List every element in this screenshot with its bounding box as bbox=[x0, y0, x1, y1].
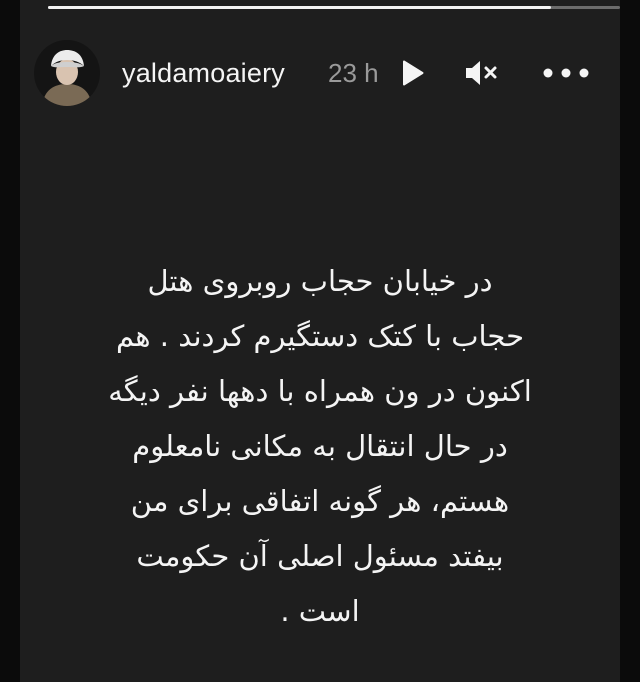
avatar[interactable] bbox=[34, 40, 100, 106]
story-text-line: در خیابان حجاب روبروی هتل bbox=[147, 264, 493, 298]
username[interactable]: yaldamoaiery bbox=[122, 58, 285, 89]
timestamp: 23 h bbox=[328, 58, 379, 88]
play-icon bbox=[403, 60, 424, 86]
more-options-button[interactable] bbox=[540, 56, 592, 90]
story-progress-fill bbox=[48, 6, 552, 9]
story-text-line: در حال انتقال به مکانی نامعلوم bbox=[132, 429, 508, 463]
story-text-line: بیفتد مسئول اصلی آن حکومت bbox=[136, 539, 504, 573]
story-header: yaldamoaiery 23 h bbox=[34, 40, 614, 106]
story-progress-bar bbox=[48, 6, 620, 9]
avatar-photo bbox=[34, 40, 100, 106]
story-text-line: است . bbox=[280, 594, 360, 628]
more-options-icon bbox=[543, 68, 589, 78]
mute-button[interactable] bbox=[464, 56, 498, 90]
story-text-line: اکنون در ون همراه با دهها نفر دیگه bbox=[108, 374, 532, 408]
mute-icon bbox=[466, 61, 497, 85]
story-text: در خیابان حجاب روبروی هتل حجاب با کتک دس… bbox=[40, 254, 600, 639]
story-viewer[interactable]: yaldamoaiery 23 h در خیابان حجاب روبروی … bbox=[20, 0, 620, 682]
story-text-line: هستم، هر گونه اتفاقی برای من bbox=[130, 484, 510, 518]
story-text-line: حجاب با کتک دستگیرم کردند . هم bbox=[115, 319, 525, 353]
play-button[interactable] bbox=[396, 56, 430, 90]
